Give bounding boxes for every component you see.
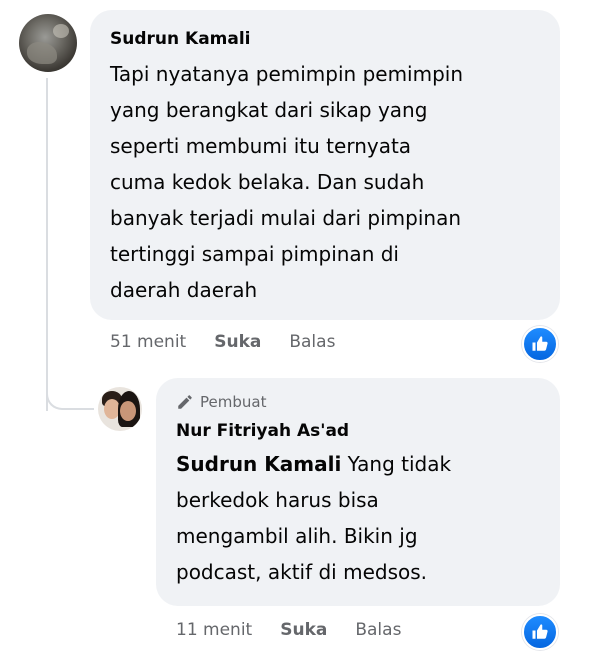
comment-bubble: Sudrun Kamali Tapi nyatanya pemimpin pem…	[90, 10, 560, 320]
creator-badge: Pembuat	[176, 392, 540, 412]
reply-connector	[46, 370, 94, 410]
like-icon	[532, 336, 548, 351]
mention-link[interactable]: Sudrun Kamali	[176, 452, 341, 476]
comment-author[interactable]: Sudrun Kamali	[110, 28, 540, 50]
reply-avatar[interactable]	[98, 387, 142, 431]
reply-text: Sudrun Kamali Yang tidak berkedok harus …	[176, 446, 540, 590]
comment-time[interactable]: 51 menit	[110, 332, 186, 352]
avatar-photo-highlight	[53, 24, 69, 38]
reply-bubble: Pembuat Nur Fitriyah As'ad Sudrun Kamali…	[156, 378, 560, 606]
reply-time[interactable]: 11 menit	[176, 620, 252, 640]
like-button[interactable]: Suka	[280, 620, 327, 640]
pencil-icon	[178, 395, 192, 409]
like-reaction-badge[interactable]	[522, 326, 558, 362]
like-reaction-badge[interactable]	[522, 614, 558, 650]
reply-actions: 11 menit Suka Balas	[176, 620, 429, 640]
avatar-photo-detail	[120, 401, 136, 421]
reply-button[interactable]: Balas	[355, 620, 401, 640]
like-button[interactable]: Suka	[214, 332, 261, 352]
reply-button[interactable]: Balas	[289, 332, 335, 352]
avatar-photo-detail	[27, 42, 57, 64]
comment-text: Tapi nyatanya pemimpin pemimpin yang ber…	[110, 62, 464, 302]
comment-actions: 51 menit Suka Balas	[110, 332, 363, 352]
thread-line	[46, 78, 48, 411]
creator-badge-label: Pembuat	[200, 393, 267, 411]
reply-author[interactable]: Nur Fitriyah As'ad	[176, 420, 540, 442]
like-icon	[532, 624, 548, 639]
avatar[interactable]	[19, 14, 77, 72]
